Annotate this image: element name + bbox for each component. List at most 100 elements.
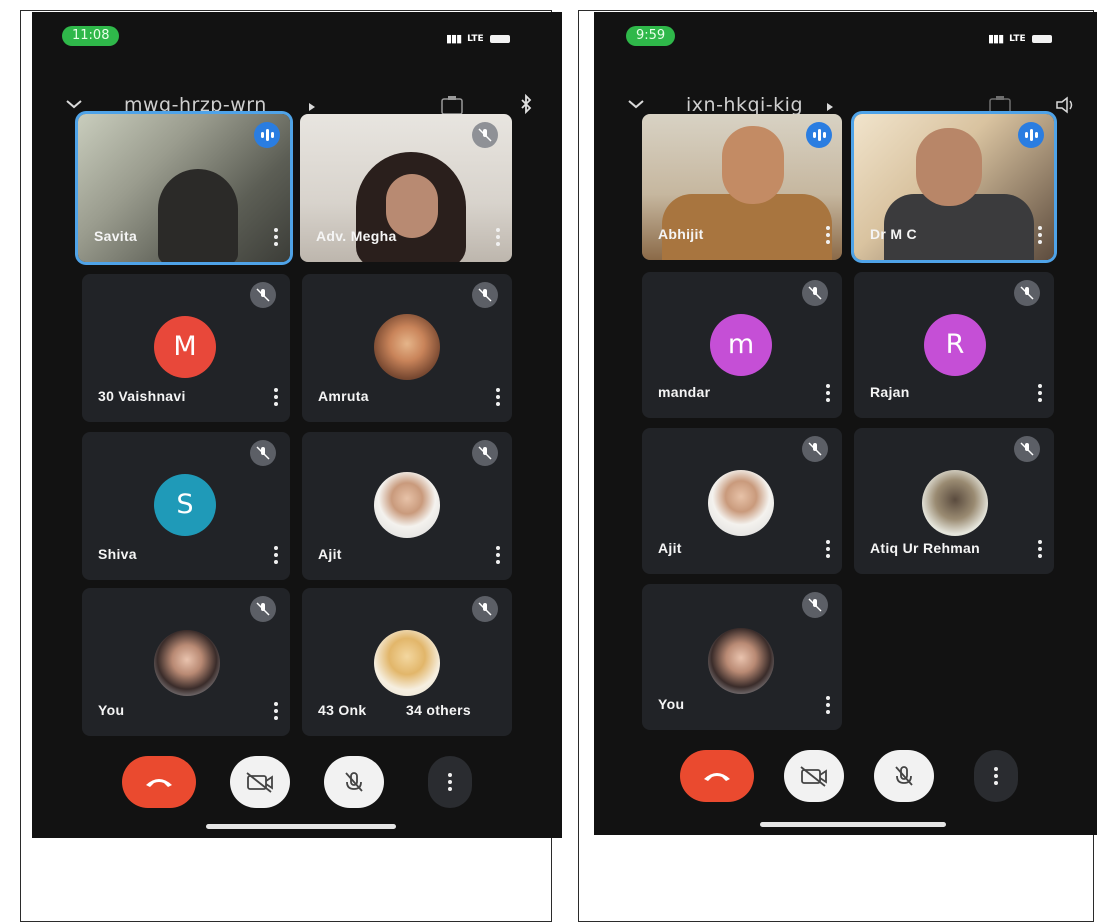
more-options-icon[interactable] — [826, 384, 830, 402]
person-face — [722, 126, 784, 204]
camera-off-icon — [800, 766, 827, 787]
muted-mic-icon — [250, 440, 276, 466]
avatar-letter: M — [154, 316, 216, 378]
meeting-code[interactable]: ixn-hkqi-kig — [686, 94, 803, 116]
muted-mic-icon — [472, 282, 498, 308]
participant-tile-ajit[interactable]: Ajit — [302, 432, 512, 580]
participant-tile-amruta[interactable]: Amruta — [302, 274, 512, 422]
muted-mic-icon — [472, 122, 498, 148]
participant-name: Shiva — [98, 546, 137, 562]
battery-icon — [489, 34, 510, 43]
caret-right-icon — [309, 103, 315, 111]
home-indicator[interactable] — [206, 824, 396, 829]
camera-toggle-button[interactable] — [230, 756, 290, 808]
signal-icon: ▮▮▮ — [988, 32, 1004, 45]
participant-name: 30 Vaishnavi — [98, 388, 186, 404]
mic-toggle-button[interactable] — [874, 750, 934, 802]
switch-camera-icon[interactable] — [440, 94, 464, 116]
participant-tile-shiva[interactable]: S Shiva — [82, 432, 290, 580]
bluetooth-icon[interactable] — [514, 94, 538, 116]
more-options-icon[interactable] — [496, 228, 500, 246]
home-indicator[interactable] — [760, 822, 946, 827]
end-call-button[interactable] — [680, 750, 754, 802]
participant-tile-others[interactable]: 43 Onk 34 others — [302, 588, 512, 736]
caret-right-icon — [827, 103, 833, 111]
participant-name: mandar — [658, 384, 711, 400]
hang-up-icon — [704, 773, 730, 781]
participant-name: Ajit — [318, 546, 342, 562]
camera-toggle-button[interactable] — [784, 750, 844, 802]
more-options-icon[interactable] — [496, 388, 500, 406]
participant-name: Abhijit — [658, 226, 704, 242]
more-vert-icon — [994, 767, 998, 785]
muted-mic-icon — [802, 436, 828, 462]
mic-off-icon — [895, 766, 913, 786]
left-phone-screen: 11:08 ▮▮▮ LTE mwg-hrzp-wrn Savita Adv. M… — [32, 12, 562, 838]
status-time: 9:59 — [626, 26, 676, 46]
chevron-down-icon[interactable] — [64, 94, 84, 114]
participant-tile-30-vaishnavi[interactable]: M 30 Vaishnavi — [82, 274, 290, 422]
muted-mic-icon — [1014, 436, 1040, 462]
participant-tile-you[interactable]: You — [642, 584, 842, 730]
avatar — [922, 470, 988, 536]
participant-tile-savita[interactable]: Savita — [78, 114, 290, 262]
participant-tile-rajan[interactable]: R Rajan — [854, 272, 1054, 418]
more-options-icon[interactable] — [496, 546, 500, 564]
more-options-icon[interactable] — [1038, 540, 1042, 558]
avatar — [374, 314, 440, 380]
participant-tile-mandar[interactable]: m mandar — [642, 272, 842, 418]
avatar — [374, 472, 440, 538]
more-options-icon[interactable] — [274, 228, 278, 246]
speaking-indicator-icon — [254, 122, 280, 148]
participant-tile-abhijit[interactable]: Abhijit — [642, 114, 842, 260]
meeting-code[interactable]: mwg-hrzp-wrn — [124, 94, 267, 116]
avatar — [374, 630, 440, 696]
muted-mic-icon — [1014, 280, 1040, 306]
participant-name: You — [658, 696, 685, 712]
avatar — [154, 630, 220, 696]
person-silhouette — [158, 169, 238, 262]
participant-name: Atiq Ur Rehman — [870, 540, 980, 556]
more-options-icon[interactable] — [826, 540, 830, 558]
switch-camera-icon[interactable] — [988, 94, 1012, 116]
participant-tile-atiq-ur-rehman[interactable]: Atiq Ur Rehman — [854, 428, 1054, 574]
more-controls-button[interactable] — [428, 756, 472, 808]
avatar-letter: R — [924, 314, 986, 376]
participant-name: Amruta — [318, 388, 369, 404]
more-options-icon[interactable] — [1038, 226, 1042, 244]
muted-mic-icon — [250, 596, 276, 622]
status-time: 11:08 — [62, 26, 120, 46]
more-options-icon[interactable] — [1038, 384, 1042, 402]
more-options-icon[interactable] — [826, 696, 830, 714]
chevron-down-icon[interactable] — [626, 94, 646, 114]
person-face — [916, 128, 982, 206]
participant-name: Rajan — [870, 384, 910, 400]
more-options-icon[interactable] — [826, 226, 830, 244]
participant-tile-you[interactable]: You — [82, 588, 290, 736]
participant-tile-dr-m-c[interactable]: Dr M C — [854, 114, 1054, 260]
more-options-icon[interactable] — [274, 388, 278, 406]
participant-tile-adv-megha[interactable]: Adv. Megha — [300, 114, 512, 262]
avatar — [708, 628, 774, 694]
participant-name: You — [98, 702, 125, 718]
others-count: 34 others — [406, 702, 471, 718]
speaking-indicator-icon — [1018, 122, 1044, 148]
more-options-icon[interactable] — [274, 546, 278, 564]
participant-name: Ajit — [658, 540, 682, 556]
call-controls — [594, 750, 1097, 810]
participant-tile-ajit[interactable]: Ajit — [642, 428, 842, 574]
mic-off-icon — [345, 772, 363, 792]
speaker-icon[interactable] — [1054, 94, 1078, 116]
mic-toggle-button[interactable] — [324, 756, 384, 808]
muted-mic-icon — [250, 282, 276, 308]
status-bar: 9:59 ▮▮▮ LTE — [594, 12, 1097, 62]
end-call-button[interactable] — [122, 756, 196, 808]
camera-off-icon — [246, 772, 273, 793]
call-controls — [32, 756, 562, 816]
network-type: LTE — [1009, 33, 1026, 44]
more-options-icon[interactable] — [274, 702, 278, 720]
muted-mic-icon — [472, 596, 498, 622]
more-controls-button[interactable] — [974, 750, 1018, 802]
hang-up-icon — [146, 779, 172, 787]
avatar-letter: S — [154, 474, 216, 536]
